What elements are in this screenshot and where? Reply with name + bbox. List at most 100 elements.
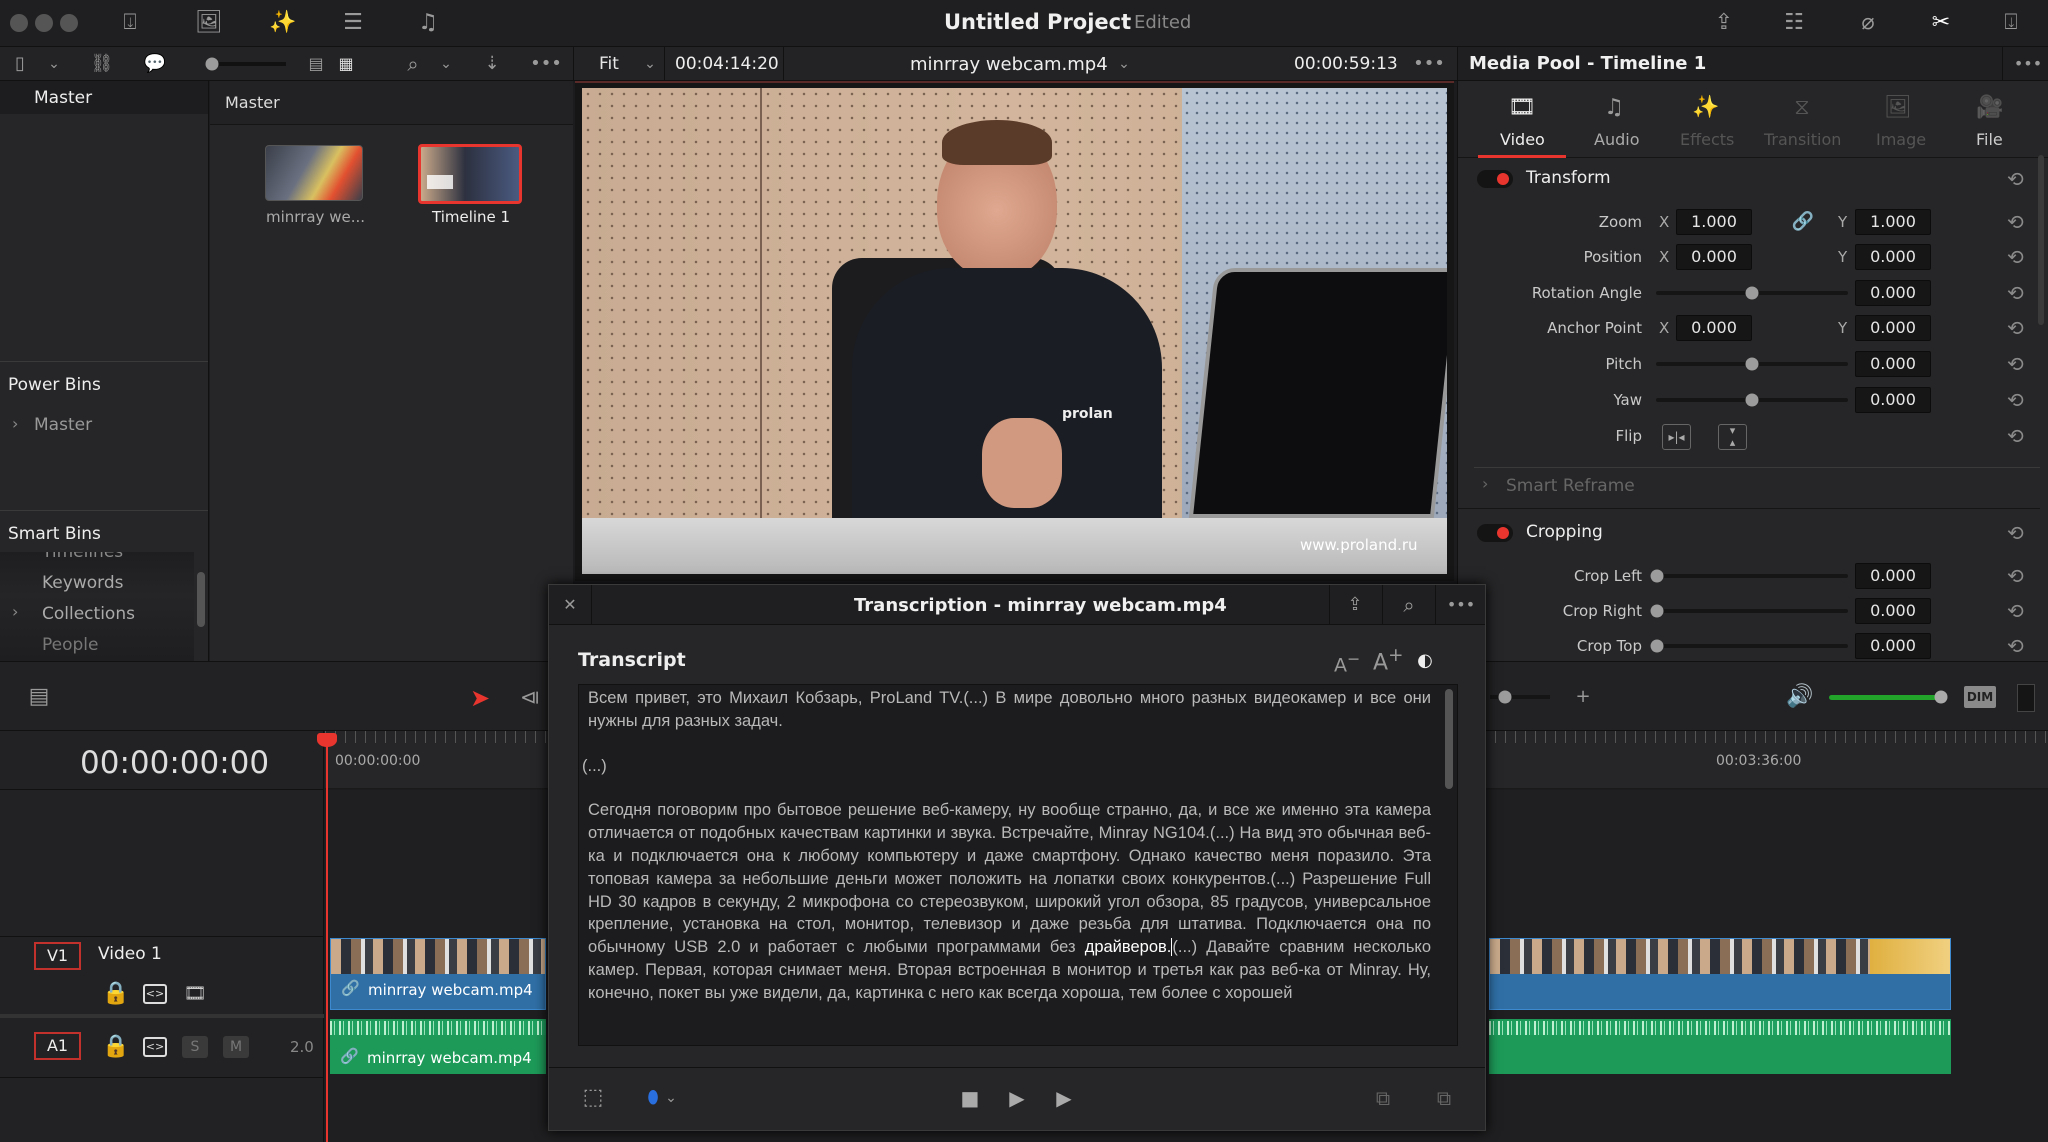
chevron-down-icon[interactable]: ⌄ <box>440 57 452 71</box>
speaker-icon[interactable]: 🔊 <box>1786 686 1813 708</box>
cropping-toggle[interactable] <box>1477 524 1513 542</box>
smart-bin-timelines[interactable]: Timelines <box>42 552 123 562</box>
selection-pointer-icon[interactable]: ➤ <box>470 686 490 710</box>
tab-image[interactable]: 🖼 Image <box>1854 82 1942 158</box>
search-icon[interactable]: ⌕ <box>407 54 418 74</box>
trim-tool-icon[interactable]: ⧏ <box>520 687 540 707</box>
sidebar-item-master[interactable]: Master <box>0 81 208 114</box>
clip-thumbnail[interactable] <box>265 145 363 201</box>
close-icon[interactable]: ✕ <box>563 597 576 613</box>
sort-icon[interactable]: ⇣ <box>484 55 499 73</box>
tab-video[interactable]: 🎞 Video <box>1478 82 1566 158</box>
zoom-in-icon[interactable]: + <box>1575 688 1590 706</box>
inspector-tools-icon[interactable]: ✂ <box>1932 12 1950 34</box>
audio-clip[interactable] <box>1489 1019 1951 1074</box>
pitch-slider[interactable] <box>1656 357 1848 371</box>
volume-slider[interactable] <box>1829 690 1948 704</box>
effects-wand-icon[interactable]: ✨ <box>269 12 296 34</box>
more-icon[interactable]: ••• <box>1447 597 1475 613</box>
sound-library-icon[interactable]: ♫ <box>418 12 438 34</box>
stop-icon[interactable]: ■ <box>961 1088 980 1108</box>
more-icon[interactable]: ••• <box>2014 56 2042 72</box>
timeline-thumbnail[interactable] <box>418 144 522 204</box>
reset-icon[interactable]: ⟲ <box>2007 316 2024 340</box>
rotation-slider[interactable] <box>1656 286 1848 300</box>
cropping-heading[interactable]: Cropping <box>1526 522 1603 542</box>
audio-clip[interactable]: 🔗 minrray webcam.mp4 <box>330 1019 546 1074</box>
font-larger-button[interactable]: A+ <box>1373 645 1403 675</box>
crop-right-field[interactable]: 0.000 <box>1855 598 1931 624</box>
reset-icon[interactable]: ⟲ <box>2007 281 2024 305</box>
anchor-y-field[interactable]: 0.000 <box>1855 315 1931 341</box>
reset-icon[interactable]: ⟲ <box>2007 564 2024 588</box>
transform-heading[interactable]: Transform <box>1526 168 1611 188</box>
yaw-slider[interactable] <box>1656 393 1848 407</box>
sidebar-scrollbar[interactable] <box>197 572 205 627</box>
tab-transition[interactable]: ⧖ Transition <box>1754 82 1850 158</box>
metadata-icon[interactable]: ⌀ <box>1861 12 1874 34</box>
zoom-x-field[interactable]: 1.000 <box>1676 209 1752 235</box>
crop-left-slider[interactable] <box>1650 569 1848 583</box>
export-icon[interactable]: ⇪ <box>1347 596 1362 614</box>
window-close-button[interactable] <box>10 14 28 32</box>
collapse-icon[interactable]: ⍗ <box>2004 12 2017 34</box>
media-pool-icon[interactable]: 🖼 <box>195 12 223 34</box>
viewer-clip-name[interactable]: minrray webcam.mp4 <box>910 54 1108 75</box>
mute-button[interactable]: M <box>223 1036 249 1058</box>
v1-track-name[interactable]: Video 1 <box>98 944 162 964</box>
unlink-icon[interactable]: ⛓ <box>91 55 114 73</box>
transcript-text[interactable]: Всем привет, это Михаил Кобзарь, ProLand… <box>578 684 1458 1046</box>
list-view-icon[interactable]: ▤ <box>308 56 323 72</box>
crop-right-slider[interactable] <box>1650 604 1848 618</box>
zoom-y-field[interactable]: 1.000 <box>1855 209 1931 235</box>
transform-toggle[interactable] <box>1477 170 1513 188</box>
more-icon[interactable]: ••• <box>1413 55 1445 73</box>
chevron-down-icon[interactable]: ⌄ <box>1118 57 1130 71</box>
clip-select-icon[interactable]: ⬚ <box>583 1087 604 1109</box>
reset-icon[interactable]: ⟲ <box>2007 424 2024 448</box>
tab-file[interactable]: 🎥 File <box>1946 82 2034 158</box>
timeline-label[interactable]: Timeline 1 <box>432 208 510 226</box>
reset-icon[interactable]: ⟲ <box>2007 352 2024 376</box>
chevron-down-icon[interactable]: ⌄ <box>665 1091 677 1105</box>
anchor-x-field[interactable]: 0.000 <box>1676 315 1752 341</box>
auto-select-icon[interactable]: <> <box>143 984 167 1004</box>
rotation-field[interactable]: 0.000 <box>1855 280 1931 306</box>
lock-icon[interactable]: 🔒 <box>102 983 129 1005</box>
link-icon[interactable]: 🔗 <box>1792 213 1814 231</box>
solo-button[interactable]: S <box>182 1036 208 1058</box>
mixer-icon[interactable]: ☷ <box>1784 12 1804 34</box>
search-icon[interactable]: ⌕ <box>1403 595 1414 615</box>
chevron-down-icon[interactable]: ⌄ <box>48 57 60 71</box>
dropdown-box-icon[interactable]: ⍗ <box>123 12 136 34</box>
subtitle-icon[interactable]: 💬 <box>144 55 166 73</box>
crop-left-field[interactable]: 0.000 <box>1855 563 1931 589</box>
smart-bin-people[interactable]: People <box>42 635 98 655</box>
chevron-down-icon[interactable]: ⌄ <box>644 57 656 71</box>
transcript-scrollbar[interactable] <box>1445 689 1453 789</box>
a1-track-selector[interactable]: A1 <box>34 1032 81 1060</box>
v1-track-selector[interactable]: V1 <box>34 942 81 970</box>
reset-icon[interactable]: ⟲ <box>2007 388 2024 412</box>
grid-view-icon[interactable]: ▦ <box>338 56 353 72</box>
keyframe-reset-icon[interactable]: ⟲ <box>2007 167 2024 191</box>
viewer[interactable]: prolan www.proland.ru <box>575 81 1454 581</box>
smart-bin-keywords[interactable]: Keywords <box>42 573 123 593</box>
crop-top-field[interactable]: 0.000 <box>1855 633 1931 659</box>
share-icon[interactable]: ⇪ <box>1715 12 1733 34</box>
window-zoom-button[interactable] <box>60 14 78 32</box>
reset-icon[interactable]: ⟲ <box>2007 210 2024 234</box>
crop-top-slider[interactable] <box>1650 639 1848 653</box>
film-icon[interactable]: 🎞 <box>184 985 207 1003</box>
pitch-field[interactable]: 0.000 <box>1855 351 1931 377</box>
tab-effects[interactable]: ✨ Effects <box>1662 82 1750 158</box>
lock-icon[interactable]: 🔒 <box>102 1036 129 1058</box>
position-y-field[interactable]: 0.000 <box>1855 244 1931 270</box>
play-selection-icon[interactable]: ▶ <box>1056 1088 1071 1108</box>
reset-icon[interactable]: ⟲ <box>2007 634 2024 658</box>
inspector-scrollbar[interactable] <box>2038 155 2044 325</box>
viewer-zoom-select[interactable]: Fit <box>599 54 619 74</box>
yaw-field[interactable]: 0.000 <box>1855 387 1931 413</box>
contrast-icon[interactable]: ◐ <box>1417 652 1433 670</box>
clip-label[interactable]: minrray we... <box>266 208 365 226</box>
